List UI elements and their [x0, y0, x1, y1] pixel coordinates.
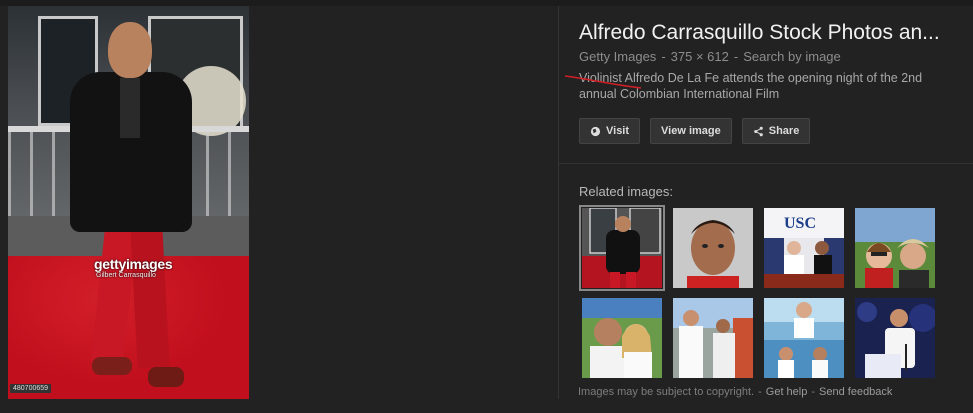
related-thumb-7[interactable]	[764, 298, 844, 378]
related-thumb-1[interactable]	[579, 205, 665, 291]
photo-credit: Gilbert Carrasquillo	[96, 272, 156, 279]
related-thumb-3[interactable]: USC	[764, 208, 844, 288]
visit-label: Visit	[606, 125, 630, 137]
result-title[interactable]: Alfredo Carrasquillo Stock Photos an...	[579, 21, 969, 45]
related-thumb-2[interactable]	[673, 208, 753, 288]
globe-icon	[590, 126, 601, 136]
related-thumb-8[interactable]	[855, 298, 935, 378]
section-separator	[558, 163, 973, 164]
send-feedback-link[interactable]: Send feedback	[819, 386, 892, 398]
share-icon	[753, 126, 763, 136]
copyright-notice: Images may be subject to copyright.	[578, 386, 755, 398]
search-by-image-link[interactable]: Search by image	[743, 49, 841, 64]
share-button[interactable]: Share	[741, 118, 811, 144]
share-label: Share	[768, 125, 800, 137]
image-id: 480700659	[10, 384, 52, 393]
get-help-link[interactable]: Get help	[766, 386, 808, 398]
related-thumb-6[interactable]	[673, 298, 753, 378]
action-buttons: Visit View image Share	[579, 118, 811, 144]
svg-text:USC: USC	[784, 215, 816, 232]
related-thumb-4[interactable]	[855, 208, 935, 288]
view-image-button[interactable]: View image	[650, 118, 732, 144]
view-image-label: View image	[661, 125, 721, 137]
visit-button[interactable]: Visit	[579, 118, 641, 144]
source-name[interactable]: Getty Images	[579, 49, 656, 64]
main-image[interactable]: gettyimages Gilbert Carrasquillo 4807006…	[8, 6, 249, 399]
image-dimensions: 375 × 612	[670, 49, 729, 64]
person-figure	[70, 22, 200, 392]
related-images-label: Related images:	[579, 184, 673, 199]
related-thumb-5[interactable]	[582, 298, 662, 378]
result-meta: Getty Images -375 × 612- Search by image	[579, 49, 841, 64]
red-annotation-underline	[564, 75, 642, 89]
footer: Images may be subject to copyright. - Get …	[578, 386, 893, 398]
panel-divider	[558, 6, 559, 399]
getty-watermark: gettyimages	[94, 256, 173, 272]
